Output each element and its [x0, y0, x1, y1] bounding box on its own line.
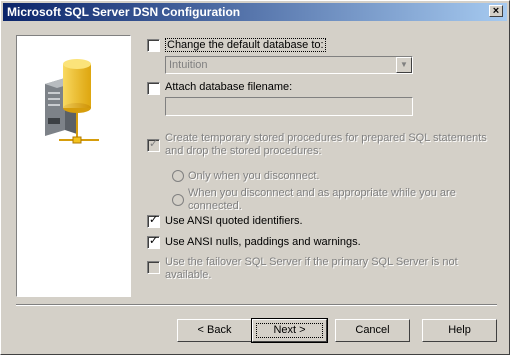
ansi-nulls-checkbox[interactable]: ✓ — [147, 235, 160, 249]
create-temp-procs-checkbox[interactable]: ✓ — [147, 138, 160, 152]
cancel-button[interactable]: Cancel — [335, 319, 410, 342]
database-server-icon — [45, 59, 99, 144]
ansi-quoted-checkbox[interactable]: ✓ — [147, 214, 160, 228]
default-database-select[interactable]: Intuition ▼ — [165, 56, 413, 74]
ansi-quoted-label: Use ANSI quoted identifiers. — [165, 215, 303, 227]
default-database-value: Intuition — [169, 59, 208, 71]
checkmark-icon: ✓ — [149, 235, 159, 247]
back-button[interactable]: < Back — [177, 319, 252, 342]
create-temp-procs-label-line2: and drop the stored procedures: — [165, 145, 322, 157]
separator — [16, 304, 497, 306]
next-button[interactable]: Next > — [251, 318, 328, 343]
failover-checkbox[interactable] — [147, 261, 160, 274]
only-when-disconnect-radio[interactable] — [172, 170, 184, 182]
failover-label-line2: available. — [165, 269, 212, 281]
title-bar[interactable]: Microsoft SQL Server DSN Configuration × — [3, 3, 507, 21]
change-default-db-checkbox[interactable] — [147, 39, 160, 52]
chevron-down-icon[interactable]: ▼ — [396, 57, 412, 73]
attach-db-filename-input[interactable] — [165, 97, 413, 116]
only-when-disconnect-label: Only when you disconnect. — [188, 170, 320, 182]
attach-db-checkbox[interactable] — [147, 82, 160, 95]
ansi-nulls-label: Use ANSI nulls, paddings and warnings. — [165, 236, 361, 248]
attach-db-label: Attach database filename: — [165, 81, 293, 93]
create-temp-procs-label-line1: Create temporary stored procedures for p… — [165, 132, 487, 144]
close-button[interactable]: × — [489, 5, 503, 17]
when-disconnect-appropriate-label-line1: When you disconnect and as appropriate w… — [188, 187, 456, 199]
when-disconnect-appropriate-radio[interactable] — [172, 194, 184, 206]
checkmark-icon: ✓ — [149, 138, 159, 150]
help-button[interactable]: Help — [422, 319, 497, 342]
checkmark-icon: ✓ — [149, 214, 159, 226]
dsn-config-dialog: Microsoft SQL Server DSN Configuration × — [0, 0, 510, 355]
wizard-image-panel — [16, 35, 131, 297]
failover-label-line1: Use the failover SQL Server if the prima… — [165, 256, 458, 268]
change-default-db-label: Change the default database to: — [165, 38, 326, 52]
when-disconnect-appropriate-label-line2: connected. — [188, 200, 242, 212]
window-title: Microsoft SQL Server DSN Configuration — [7, 5, 241, 19]
